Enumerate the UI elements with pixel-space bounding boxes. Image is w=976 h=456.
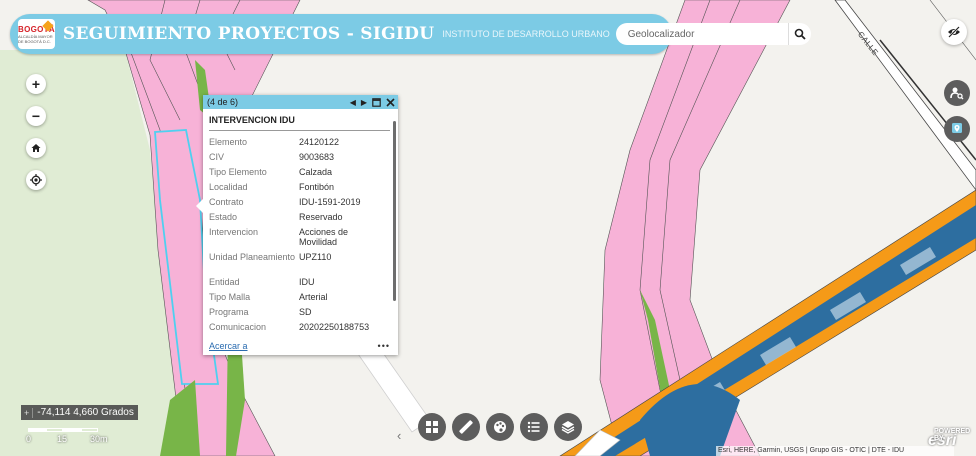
measure-button[interactable] xyxy=(452,413,480,441)
popup-scrollbar[interactable] xyxy=(393,121,396,301)
popup-field-value: 24120122 xyxy=(299,137,340,147)
scale-bar: 0 15 30m xyxy=(22,428,117,444)
popup-field-value: 9003683 xyxy=(299,152,335,162)
plus-icon: + xyxy=(31,76,41,92)
list-icon xyxy=(527,421,540,433)
popup-field-row: Tipo Malla Arterial xyxy=(209,292,385,307)
popup-field-value: Calzada xyxy=(299,167,333,177)
popup-controls: ◀ ▶ xyxy=(350,98,395,107)
popup-field-key: Tipo Elemento xyxy=(209,167,267,177)
map-nav-controls: + − xyxy=(26,74,46,190)
map-attribution: Esri, HERE, Garmin, USGS | Grupo GIS - O… xyxy=(716,446,954,456)
esri-powered-by: POWERED BY xyxy=(934,428,971,442)
popup-field-key: Localidad xyxy=(209,182,248,192)
popup-field-row: Comunicacion 20202250188753 xyxy=(209,322,385,337)
popup-field-value: IDU-1591-2019 xyxy=(299,197,361,207)
layers-icon xyxy=(561,421,575,434)
basemap-grid-button[interactable] xyxy=(418,413,446,441)
popup-field-row: CIV 9003683 xyxy=(209,152,385,167)
locate-icon xyxy=(30,174,42,186)
coordinate-readout: + -74,114 4,660 Grados xyxy=(21,405,138,420)
zoom-in-button[interactable]: + xyxy=(26,74,46,94)
layers-button[interactable] xyxy=(554,413,582,441)
minus-icon: − xyxy=(31,108,41,124)
symbology-button[interactable] xyxy=(486,413,514,441)
popup-field-row: Unidad Planeamiento UPZ110 xyxy=(209,252,385,277)
app-header: BOGOTÁ ALCALDÍA MAYOR DE BOGOTÁ D.C. SEG… xyxy=(10,14,811,54)
popup-field-value: SD xyxy=(299,307,312,317)
popup-field-value: Acciones de Movilidad xyxy=(299,227,349,247)
popup-field-key: Elemento xyxy=(209,137,248,147)
popup-attributes-table: Elemento 24120122 CIV 9003683 Tipo Elemento C… xyxy=(209,137,385,337)
popup-field-key: Intervencion xyxy=(209,227,259,237)
person-search-icon xyxy=(950,87,964,100)
measure-icon xyxy=(459,420,473,434)
popup-counter: (4 de 6) xyxy=(207,97,239,107)
scale-label-0: 0 xyxy=(26,434,32,444)
popup-title: INTERVENCION IDU xyxy=(209,115,390,131)
popup-field-key: CIV xyxy=(209,152,225,162)
scale-label-15: 15 xyxy=(57,434,68,444)
popup-field-row: Programa SD xyxy=(209,307,385,322)
popup-pointer xyxy=(196,199,203,213)
popup-field-value: Reservado xyxy=(299,212,343,222)
toggle-visibility-button[interactable] xyxy=(941,19,967,45)
popup-header-bar: (4 de 6) ◀ ▶ xyxy=(203,95,398,109)
popup-field-row: Contrato IDU-1591-2019 xyxy=(209,197,385,212)
popup-field-value: UPZ110 xyxy=(299,252,332,262)
popup-field-row: Intervencion Acciones de Movilidad xyxy=(209,227,385,252)
coordinate-text: -74,114 4,660 Grados xyxy=(37,407,134,418)
palette-icon xyxy=(494,421,506,433)
popup-field-row: Localidad Fontibón xyxy=(209,182,385,197)
popup-field-row: Elemento 24120122 xyxy=(209,137,385,152)
more-options-icon[interactable]: ••• xyxy=(378,341,390,351)
bottom-toolbar xyxy=(418,413,582,441)
location-pin-icon xyxy=(952,123,962,133)
previous-feature-icon[interactable]: ◀ xyxy=(350,98,356,107)
scale-label-30m: 30m xyxy=(90,434,108,444)
app-title: SEGUIMIENTO PROYECTOS - SIGIDU xyxy=(62,24,435,44)
popup-field-row: Entidad IDU xyxy=(209,277,385,292)
app-subtitle: INSTITUTO DE DESARROLLO URBANO xyxy=(442,29,610,39)
home-button[interactable] xyxy=(26,138,46,158)
zoom-to-link[interactable]: Acercar a xyxy=(209,341,248,351)
popup-field-row: Estado Reservado xyxy=(209,212,385,227)
popup-field-key: Estado xyxy=(209,212,238,222)
maximize-icon[interactable] xyxy=(372,97,381,107)
legend-button[interactable] xyxy=(520,413,548,441)
location-pin-button[interactable] xyxy=(944,116,970,142)
zoom-out-button[interactable]: − xyxy=(26,106,46,126)
bogota-logo: BOGOTÁ ALCALDÍA MAYOR DE BOGOTÁ D.C. xyxy=(18,19,55,49)
popup-field-key: Entidad xyxy=(209,277,240,287)
popup-field-row: Tipo Elemento Calzada xyxy=(209,167,385,182)
popup-field-key: Unidad Planeamiento xyxy=(209,252,296,262)
popup-field-key: Tipo Malla xyxy=(209,292,251,302)
home-icon xyxy=(31,144,41,152)
search-icon[interactable] xyxy=(787,23,811,45)
next-feature-icon[interactable]: ▶ xyxy=(361,98,367,107)
geolocator-input[interactable] xyxy=(615,27,788,41)
popup-field-value: 20202250188753 xyxy=(299,322,370,332)
person-search-button[interactable] xyxy=(944,80,970,106)
close-icon[interactable] xyxy=(386,97,395,107)
crosshair-icon[interactable]: + xyxy=(24,407,34,418)
visibility-off-icon xyxy=(948,26,960,38)
popup-footer: Acercar a ••• xyxy=(209,341,390,351)
popup-field-value: Fontibón xyxy=(299,182,335,192)
popup-field-key: Comunicacion xyxy=(209,322,267,332)
map-canvas[interactable] xyxy=(0,0,976,456)
popup-field-key: Contrato xyxy=(209,197,244,207)
esri-logo[interactable]: POWERED BY esri xyxy=(928,428,970,450)
popup-field-key: Programa xyxy=(209,307,249,317)
popup-field-value: Arterial xyxy=(299,292,328,302)
grid-icon xyxy=(426,421,438,433)
locate-button[interactable] xyxy=(26,170,46,190)
logo-subtext: ALCALDÍA MAYOR DE BOGOTÁ D.C. xyxy=(18,33,53,44)
toolbar-collapse-icon[interactable]: ‹ xyxy=(397,428,401,443)
feature-popup: (4 de 6) ◀ ▶ INTERVENCION IDU Elemento 24… xyxy=(196,95,398,355)
popup-field-value: IDU xyxy=(299,277,315,287)
geolocator-search[interactable] xyxy=(615,23,811,45)
